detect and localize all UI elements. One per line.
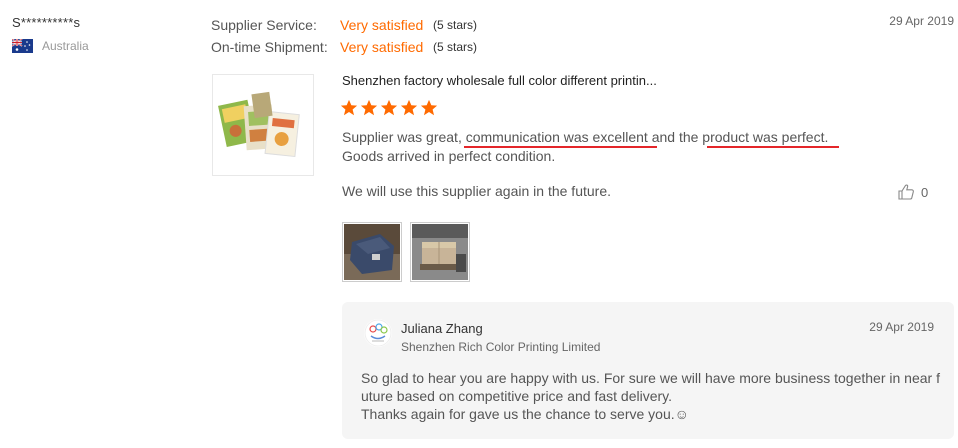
review-text-line: Goods arrived in perfect condition. <box>342 148 556 164</box>
star-icon <box>340 99 358 116</box>
star-icon <box>360 99 378 116</box>
reviewer-info: S**********s Australia <box>12 15 89 53</box>
rating-label: Supplier Service: <box>211 17 317 33</box>
reviewer-name: S**********s <box>12 15 81 30</box>
annotation-underline <box>707 146 839 148</box>
like-count: 0 <box>921 184 929 200</box>
supplier-contact-name: Juliana Zhang <box>401 321 483 336</box>
review-text-line: Supplier was great, communication was ex… <box>342 129 829 145</box>
rating-value: Very satisfied <box>340 17 424 33</box>
product-title-link[interactable]: Shenzhen factory wholesale full color di… <box>342 73 657 88</box>
photo-pallet-icon <box>412 224 468 280</box>
star-icon <box>420 99 438 116</box>
reply-text-line: So glad to hear you are happy with us. F… <box>361 370 940 404</box>
ratings-block: Supplier Service: Very satisfied (5 star… <box>211 14 477 58</box>
review-text-line: We will use this supplier again in the f… <box>342 183 611 199</box>
product-thumbnail[interactable] <box>212 74 314 176</box>
australia-flag-icon <box>12 39 33 53</box>
rating-stars-text: (5 stars) <box>433 18 478 32</box>
annotation-underline <box>464 146 657 148</box>
reply-date: 29 Apr 2019 <box>869 320 934 334</box>
reviewer-country: Australia <box>12 39 89 53</box>
star-icon <box>400 99 418 116</box>
reply-body: So glad to hear you are happy with us. F… <box>361 369 941 423</box>
supplier-company-name: Shenzhen Rich Color Printing Limited <box>401 340 601 354</box>
like-button[interactable]: 0 <box>897 183 928 201</box>
supplier-logo-icon <box>364 319 392 347</box>
rating-row-on-time-shipment: On-time Shipment: Very satisfied (5 star… <box>211 36 477 58</box>
review-photo[interactable] <box>410 222 470 282</box>
thumbs-up-icon <box>898 184 914 200</box>
product-image-icon <box>218 91 300 158</box>
rating-row-supplier-service: Supplier Service: Very satisfied (5 star… <box>211 14 477 36</box>
review-photos <box>342 222 470 282</box>
rating-stars-text: (5 stars) <box>433 40 478 54</box>
review-date: 29 Apr 2019 <box>889 14 954 28</box>
rating-label: On-time Shipment: <box>211 39 328 55</box>
star-icon <box>380 99 398 116</box>
star-rating <box>340 99 438 117</box>
reply-text-line: Thanks again for gave us the chance to s… <box>361 406 689 422</box>
photo-package-icon <box>344 224 400 280</box>
rating-value: Very satisfied <box>340 39 424 55</box>
supplier-avatar <box>364 319 392 347</box>
review-photo[interactable] <box>342 222 402 282</box>
supplier-reply: Juliana Zhang Shenzhen Rich Color Printi… <box>342 302 954 439</box>
country-label: Australia <box>42 39 89 53</box>
